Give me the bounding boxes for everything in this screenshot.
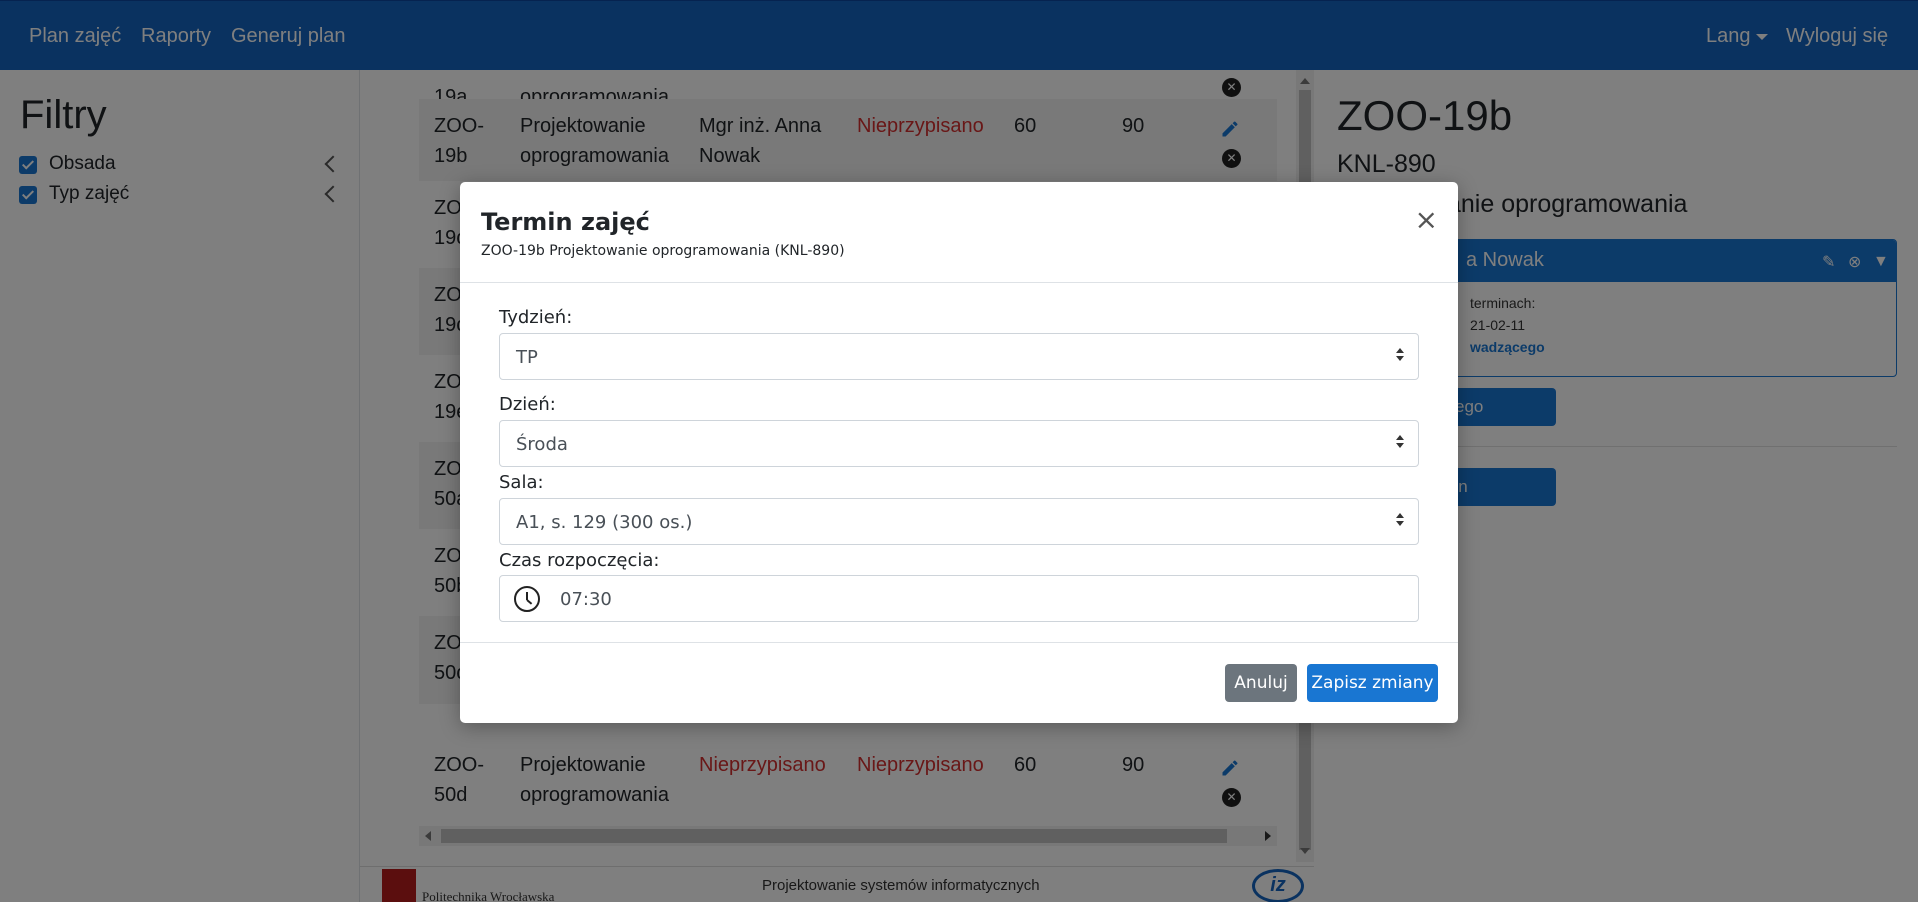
day-select[interactable]: Środa <box>499 420 1419 467</box>
time-input[interactable]: 07:30 <box>499 575 1419 622</box>
room-value: A1, s. 129 (300 os.) <box>516 512 693 533</box>
room-label: Sala: <box>499 472 544 493</box>
close-icon[interactable]: × <box>1415 206 1438 234</box>
cancel-button[interactable]: Anuluj <box>1225 664 1297 702</box>
divider <box>460 642 1458 643</box>
sort-icon <box>1396 348 1404 361</box>
week-label: Tydzień: <box>499 307 573 328</box>
term-modal: Termin zajęć ZOO-19b Projektowanie oprog… <box>460 182 1458 723</box>
divider <box>460 282 1458 283</box>
clock-icon <box>514 586 540 612</box>
time-label: Czas rozpoczęcia: <box>499 550 660 571</box>
sort-icon <box>1396 513 1404 526</box>
day-label: Dzień: <box>499 394 556 415</box>
modal-title: Termin zajęć <box>481 208 650 236</box>
time-value: 07:30 <box>560 589 612 610</box>
sort-icon <box>1396 435 1404 448</box>
week-value: TP <box>516 347 538 368</box>
save-button[interactable]: Zapisz zmiany <box>1307 664 1438 702</box>
room-select[interactable]: A1, s. 129 (300 os.) <box>499 498 1419 545</box>
week-select[interactable]: TP <box>499 333 1419 380</box>
modal-subtitle: ZOO-19b Projektowanie oprogramowania (KN… <box>481 243 845 259</box>
day-value: Środa <box>516 434 568 455</box>
